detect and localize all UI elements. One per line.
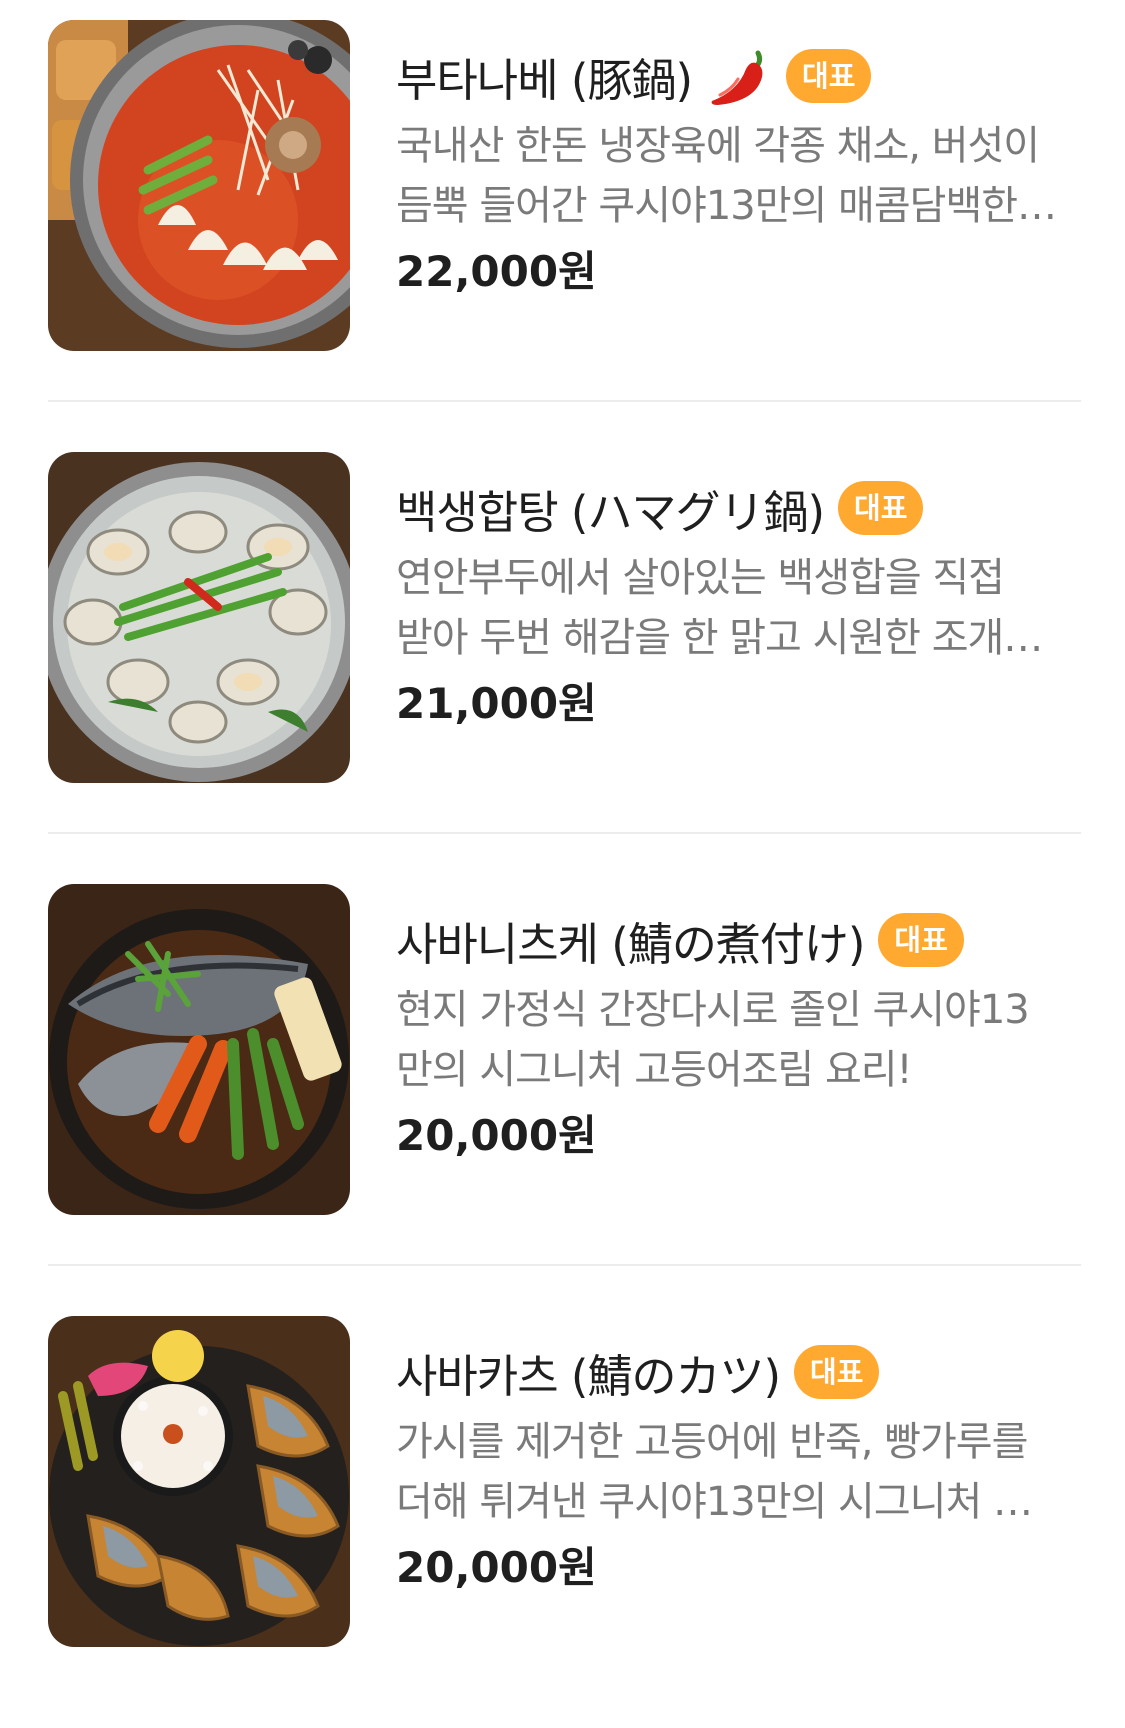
- divider: [48, 832, 1081, 834]
- menu-photo-saba-nitsuke[interactable]: [48, 884, 350, 1215]
- representative-badge: 대표: [794, 1345, 880, 1399]
- menu-photo-butanabe[interactable]: [48, 20, 350, 351]
- photo-spicy-pork-hotpot: [48, 20, 350, 351]
- menu-photo-clam-soup[interactable]: [48, 452, 350, 783]
- divider: [48, 400, 1081, 402]
- description-line: 만의 시그니처 고등어조림 요리!: [396, 1047, 913, 1093]
- menu-name: 부타나베 (豚鍋): [396, 53, 693, 107]
- menu-price: 21,000원: [396, 679, 597, 728]
- divider: [48, 1264, 1081, 1266]
- menu-price: 22,000원: [396, 247, 597, 296]
- menu-info: 사바카츠 (鯖のカツ) 대표 가시를 제거한 고등어에 반죽, 빵가루를 더해 …: [396, 1340, 1081, 1598]
- menu-description: 연안부두에서 살아있는 백생합을 직접 받아 두번 해감을 한 맑고 시원한 조…: [396, 548, 1081, 668]
- menu-list: 부타나베 (豚鍋) 대표 국내산 한돈 냉장육에 각종 채소, 버섯이 듬뿍 들…: [0, 0, 1125, 1665]
- title-row: 사바카츠 (鯖のカツ) 대표: [396, 1340, 1081, 1404]
- description-line: 듬뿍 들어간 쿠시야13만의 매콤담백한…: [396, 183, 1057, 229]
- menu-info: 부타나베 (豚鍋) 대표 국내산 한돈 냉장육에 각종 채소, 버섯이 듬뿍 들…: [396, 44, 1081, 302]
- menu-description: 현지 가정식 간장다시로 졸인 쿠시야13 만의 시그니처 고등어조림 요리!: [396, 980, 1081, 1100]
- title-row: 사바니츠케 (鯖の煮付け) 대표: [396, 908, 1081, 972]
- menu-item-saba-nitsuke[interactable]: 사바니츠케 (鯖の煮付け) 대표 현지 가정식 간장다시로 졸인 쿠시야13 만…: [0, 864, 1125, 1296]
- menu-item-clam-soup[interactable]: 백생합탕 (ハマグリ鍋) 대표 연안부두에서 살아있는 백생합을 직접 받아 두…: [0, 432, 1125, 864]
- title-row: 백생합탕 (ハマグリ鍋) 대표: [396, 476, 1081, 540]
- description-line: 가시를 제거한 고등어에 반죽, 빵가루를: [396, 1419, 1028, 1465]
- menu-name: 백생합탕 (ハマグリ鍋): [396, 485, 825, 539]
- menu-description: 가시를 제거한 고등어에 반죽, 빵가루를 더해 튀겨낸 쿠시야13만의 시그니…: [396, 1412, 1081, 1532]
- description-line: 연안부두에서 살아있는 백생합을 직접: [396, 555, 1005, 601]
- chili-pepper-icon: [711, 50, 763, 105]
- menu-name: 사바니츠케 (鯖の煮付け): [396, 917, 865, 971]
- photo-braised-mackerel: [48, 884, 350, 1215]
- menu-description: 국내산 한돈 냉장육에 각종 채소, 버섯이 듬뿍 들어간 쿠시야13만의 매콤…: [396, 116, 1081, 236]
- description-line: 국내산 한돈 냉장육에 각종 채소, 버섯이: [396, 123, 1040, 169]
- menu-item-saba-katsu[interactable]: 사바카츠 (鯖のカツ) 대표 가시를 제거한 고등어에 반죽, 빵가루를 더해 …: [0, 1296, 1125, 1728]
- menu-photo-saba-katsu[interactable]: [48, 1316, 350, 1647]
- representative-badge: 대표: [878, 913, 964, 967]
- menu-info: 백생합탕 (ハマグリ鍋) 대표 연안부두에서 살아있는 백생합을 직접 받아 두…: [396, 476, 1081, 734]
- photo-clam-hotpot: [48, 452, 350, 783]
- menu-name: 사바카츠 (鯖のカツ): [396, 1349, 781, 1403]
- description-line: 현지 가정식 간장다시로 졸인 쿠시야13: [396, 987, 1030, 1033]
- menu-info: 사바니츠케 (鯖の煮付け) 대표 현지 가정식 간장다시로 졸인 쿠시야13 만…: [396, 908, 1081, 1166]
- menu-item-butanabe[interactable]: 부타나베 (豚鍋) 대표 국내산 한돈 냉장육에 각종 채소, 버섯이 듬뿍 들…: [0, 0, 1125, 432]
- description-line: 더해 튀겨낸 쿠시야13만의 시그니처 …: [396, 1479, 1033, 1525]
- menu-price: 20,000원: [396, 1111, 597, 1160]
- representative-badge: 대표: [786, 49, 872, 103]
- description-line: 받아 두번 해감을 한 맑고 시원한 조개…: [396, 615, 1043, 661]
- menu-price: 20,000원: [396, 1543, 597, 1592]
- photo-mackerel-cutlet: [48, 1316, 350, 1647]
- title-row: 부타나베 (豚鍋) 대표: [396, 44, 1081, 108]
- representative-badge: 대표: [838, 481, 924, 535]
